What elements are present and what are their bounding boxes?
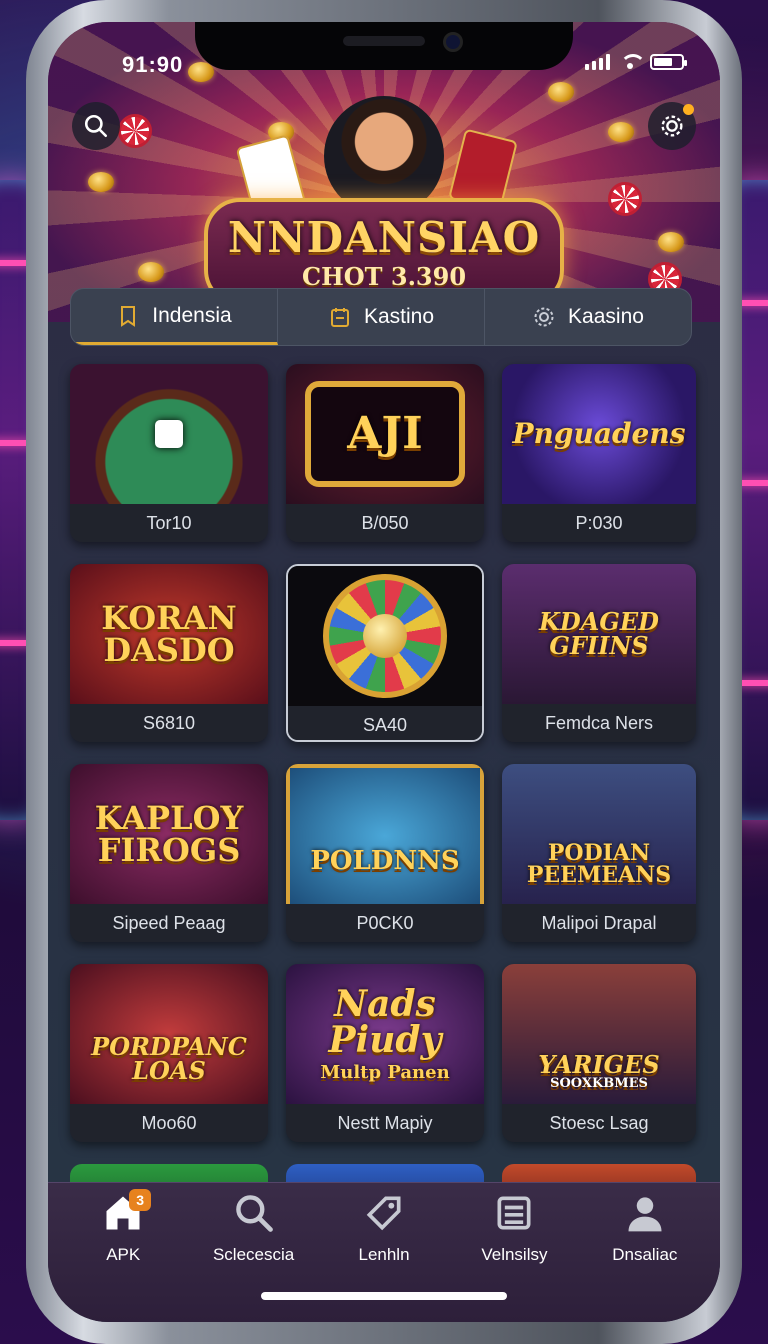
game-art-title: Pnguadens bbox=[512, 417, 686, 450]
nav-label: Velnsilsy bbox=[481, 1245, 548, 1264]
logo-subtitle: CHOT 3.390 bbox=[301, 262, 467, 291]
game-thumbnail: KORAN DASDO bbox=[70, 564, 268, 704]
tab-label: Kastino bbox=[363, 305, 435, 328]
game-thumbnail: Nads Piudy Multp Panen bbox=[286, 964, 484, 1104]
nav-item-search[interactable]: Sclecescia bbox=[188, 1183, 318, 1322]
battery-icon bbox=[650, 54, 687, 70]
game-caption: Tor10 bbox=[70, 504, 268, 542]
game-caption: P:030 bbox=[502, 504, 696, 542]
game-thumbnail: AJI bbox=[286, 364, 484, 504]
nav-item-apk[interactable]: 3 APK bbox=[58, 1183, 188, 1322]
game-caption: Nestt Mapiy bbox=[286, 1104, 484, 1142]
notification-badge: 3 bbox=[129, 1189, 152, 1211]
game-caption: Sipeed Peaag bbox=[70, 904, 268, 942]
game-art-title: PORDPANC LOAS bbox=[91, 1032, 247, 1085]
search-button[interactable] bbox=[72, 102, 120, 150]
tab-indensia[interactable]: Indensia bbox=[71, 289, 278, 345]
nav-label: APK bbox=[106, 1245, 141, 1264]
phone-screen: NNDANSIAO CHOT 3.390 91:90 Indensia Kast… bbox=[48, 22, 720, 1322]
signal-icon bbox=[585, 54, 610, 70]
game-thumbnail bbox=[288, 566, 482, 706]
game-caption: Femdca Ners bbox=[502, 704, 696, 742]
game-tile[interactable]: YARIGES SOOXKBMES Stoesc Lsag bbox=[502, 964, 696, 1142]
nav-item-tag[interactable]: Lenhln bbox=[319, 1183, 449, 1322]
tag-icon bbox=[366, 1196, 401, 1231]
nav-item-list[interactable]: Velnsilsy bbox=[449, 1183, 579, 1322]
game-art-subtitle: Multp Panen bbox=[320, 1062, 450, 1083]
game-art-title: KORAN DASDO bbox=[101, 599, 237, 669]
game-tile[interactable]: AJI B/050 bbox=[286, 364, 484, 542]
gear-icon bbox=[661, 115, 683, 137]
tab-kaasino[interactable]: Kaasino bbox=[485, 289, 691, 345]
game-art-title: POLDNNS bbox=[310, 846, 460, 876]
game-tile[interactable]: Pnguadens P:030 bbox=[502, 364, 696, 542]
nav-label: Lenhln bbox=[358, 1245, 410, 1264]
game-caption: B/050 bbox=[286, 504, 484, 542]
bookmark-icon bbox=[121, 305, 136, 327]
game-tile[interactable]: KDAGED GFIINS Femdca Ners bbox=[502, 564, 696, 742]
game-art-subtitle: SOOXKBMES bbox=[550, 1076, 648, 1091]
notch bbox=[195, 22, 573, 70]
bottom-nav: 3 APK Sclecescia Lenhln Velnsilsy Dnsali… bbox=[48, 1182, 720, 1322]
search-icon bbox=[84, 114, 108, 138]
list-icon bbox=[497, 1196, 531, 1230]
nav-item-profile[interactable]: Dnsaliac bbox=[580, 1183, 710, 1322]
game-art-title: KAPLOY FIROGS bbox=[94, 799, 244, 869]
game-tile[interactable]: Nads Piudy Multp Panen Nestt Mapiy bbox=[286, 964, 484, 1142]
game-tile[interactable]: KORAN DASDO S6810 bbox=[70, 564, 268, 742]
home-indicator[interactable] bbox=[261, 1292, 507, 1300]
game-art-title: KDAGED GFIINS bbox=[539, 607, 659, 660]
phone-frame: NNDANSIAO CHOT 3.390 91:90 Indensia Kast… bbox=[26, 0, 742, 1344]
game-tile[interactable]: PORDPANC LOAS Moo60 bbox=[70, 964, 268, 1142]
notification-dot bbox=[683, 104, 694, 115]
nav-label: Sclecescia bbox=[212, 1245, 295, 1264]
game-thumbnail bbox=[70, 364, 268, 504]
game-thumbnail: YARIGES SOOXKBMES bbox=[502, 964, 696, 1104]
game-tile[interactable]: Tor10 bbox=[70, 364, 268, 542]
game-thumbnail: POLDNNS bbox=[286, 764, 484, 904]
tab-label: Indensia bbox=[152, 303, 232, 327]
nav-label: Dnsaliac bbox=[612, 1245, 678, 1264]
game-tile[interactable]: SA40 bbox=[286, 564, 484, 742]
calendar-icon bbox=[330, 308, 349, 327]
tab-label: Kaasino bbox=[568, 305, 644, 328]
game-grid: Tor10 AJI B/050 Pnguadens P:030 KORAN DA… bbox=[70, 364, 696, 1224]
game-caption: Moo60 bbox=[70, 1104, 268, 1142]
gear-icon bbox=[534, 307, 554, 327]
game-tile[interactable]: PODIAN PEEMEANS Malipoi Drapal bbox=[502, 764, 696, 942]
category-tabs: Indensia Kastino Kaasino bbox=[70, 288, 692, 346]
game-tile[interactable]: POLDNNS P0CK0 bbox=[286, 764, 484, 942]
game-caption: Malipoi Drapal bbox=[502, 904, 696, 942]
settings-button[interactable] bbox=[648, 102, 696, 150]
game-art-title: YARIGES bbox=[538, 1050, 660, 1079]
tab-kastino[interactable]: Kastino bbox=[278, 289, 485, 345]
game-caption: Stoesc Lsag bbox=[502, 1104, 696, 1142]
game-caption: P0CK0 bbox=[286, 904, 484, 942]
game-thumbnail: KAPLOY FIROGS bbox=[70, 764, 268, 904]
status-time: 91:90 bbox=[122, 52, 184, 77]
game-art-title: Nads Piudy bbox=[328, 983, 442, 1061]
game-thumbnail: Pnguadens bbox=[502, 364, 696, 504]
game-tile[interactable]: KAPLOY FIROGS Sipeed Peaag bbox=[70, 764, 268, 942]
logo-title: NNDANSIAO bbox=[227, 213, 541, 262]
wifi-icon bbox=[618, 54, 646, 70]
game-caption: SA40 bbox=[288, 706, 482, 740]
game-thumbnail: PODIAN PEEMEANS bbox=[502, 764, 696, 904]
search-icon bbox=[235, 1195, 273, 1232]
game-art-title: AJI bbox=[347, 408, 423, 459]
user-icon bbox=[628, 1197, 662, 1232]
game-thumbnail: PORDPANC LOAS bbox=[70, 964, 268, 1104]
game-thumbnail: KDAGED GFIINS bbox=[502, 564, 696, 704]
game-art-title: PODIAN PEEMEANS bbox=[526, 840, 672, 888]
game-caption: S6810 bbox=[70, 704, 268, 742]
status-icons bbox=[585, 54, 687, 70]
